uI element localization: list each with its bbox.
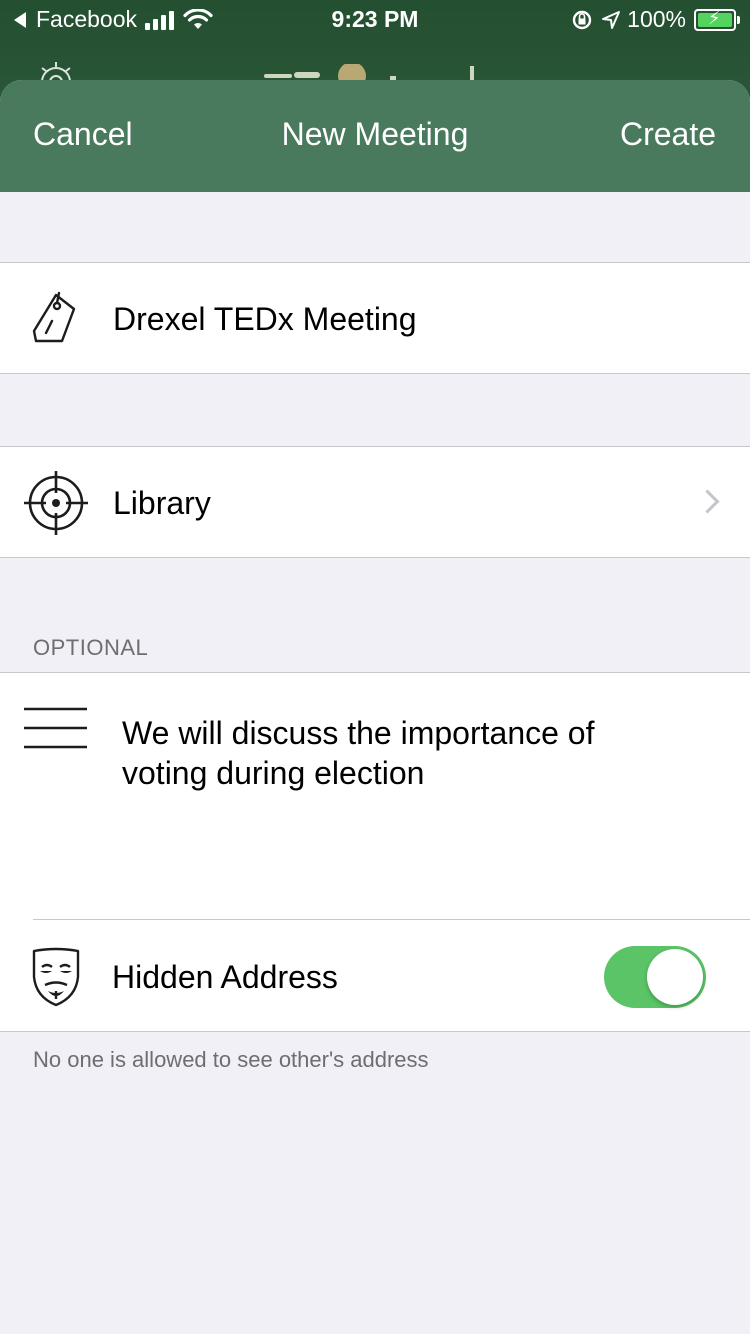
status-bar: Facebook 9:23 PM 100% ⚡ xyxy=(0,0,750,40)
hidden-address-toggle[interactable] xyxy=(604,946,706,1008)
meeting-name-field[interactable]: Drexel TEDx Meeting xyxy=(113,301,417,338)
status-right: 100% ⚡ xyxy=(571,6,740,33)
battery-percent: 100% xyxy=(627,6,686,32)
meeting-name-cell[interactable]: Drexel TEDx Meeting xyxy=(0,262,750,374)
location-arrow-icon xyxy=(602,10,621,29)
description-field[interactable]: We will discuss the importance of voting… xyxy=(122,713,682,793)
create-button[interactable]: Create xyxy=(620,116,716,153)
orientation-lock-icon xyxy=(572,10,592,29)
mask-icon xyxy=(32,947,80,1007)
hidden-address-label: Hidden Address xyxy=(112,959,338,995)
battery-icon: ⚡ xyxy=(694,8,740,31)
optional-group: We will discuss the importance of voting… xyxy=(0,672,750,1032)
screen: Facebook 9:23 PM 100% ⚡ Cancel New Meeti… xyxy=(0,0,750,1334)
location-value: Library xyxy=(113,485,211,521)
divider xyxy=(33,919,750,920)
toggle-knob xyxy=(647,949,703,1005)
new-meeting-sheet: Cancel New Meeting Create Drexel TEDx Me… xyxy=(0,80,750,1334)
location-cell[interactable]: Library xyxy=(0,446,750,558)
tag-icon xyxy=(32,291,76,343)
crosshair-icon xyxy=(24,471,88,535)
chevron-right-icon xyxy=(695,489,720,514)
nav-bar: Cancel New Meeting Create xyxy=(0,80,750,192)
lines-icon xyxy=(24,707,87,749)
optional-section-header: OPTIONAL xyxy=(33,635,149,660)
hidden-address-footer: No one is allowed to see other's address xyxy=(33,1047,429,1072)
